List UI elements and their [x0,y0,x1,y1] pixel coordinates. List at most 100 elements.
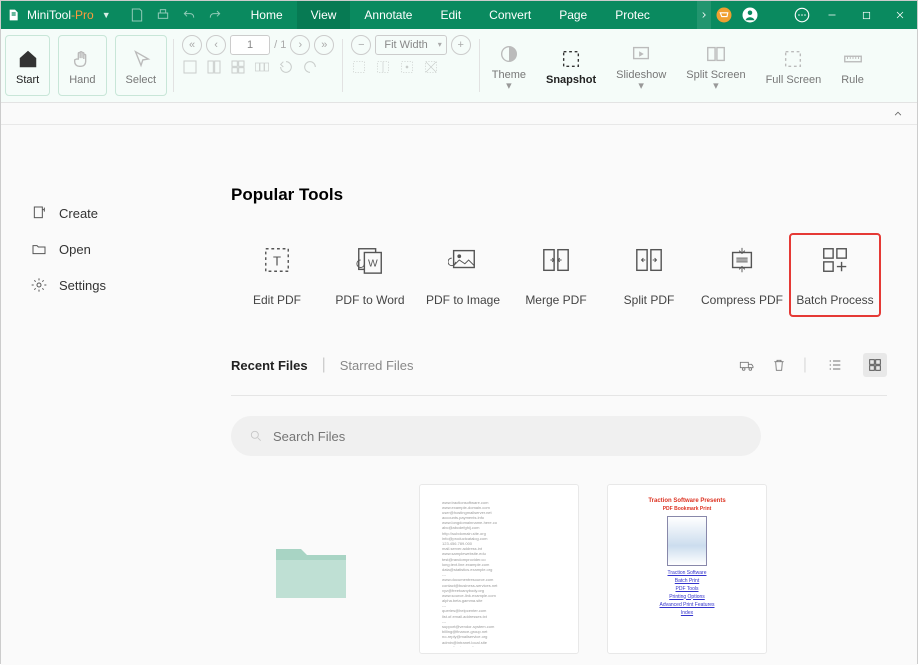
tool-edit-pdf[interactable]: T Edit PDF [231,245,323,307]
sidebar-item-create[interactable]: Create [31,195,201,231]
tool-split-pdf[interactable]: Split PDF [603,245,695,307]
menu-edit[interactable]: Edit [426,1,475,29]
rotate-cw-icon[interactable] [302,59,318,75]
tool-image-label: PDF to Image [426,293,500,307]
cart-icon[interactable] [715,6,733,24]
ribbon-splitscreen[interactable]: Split Screen ▾ [676,29,755,102]
last-page-button[interactable]: » [314,35,334,55]
ribbon-rule-label: Rule [841,74,864,86]
batch-icon [820,245,850,275]
prev-page-button[interactable]: ‹ [206,35,226,55]
tool-split-label: Split PDF [624,293,675,307]
folder-icon [31,241,47,257]
truck-icon[interactable] [739,357,755,373]
app-brand: MiniTool-Pro [27,8,94,22]
ribbon-theme[interactable]: Theme ▾ [482,29,536,102]
sidebar-item-settings[interactable]: Settings [31,267,201,303]
ribbon-hand[interactable]: Hand [58,35,106,96]
brand-dropdown-icon[interactable]: ▼ [98,10,115,20]
layout2-icon[interactable] [206,59,222,75]
menu-convert[interactable]: Convert [475,1,545,29]
view3-icon[interactable] [399,59,415,75]
ribbon-start[interactable]: Start [5,35,50,96]
next-page-button[interactable]: › [290,35,310,55]
close-button[interactable] [883,1,917,29]
popular-tools-title: Popular Tools [231,185,887,205]
undo-icon[interactable] [181,7,197,23]
titlebar-right [697,1,917,29]
view1-icon[interactable] [351,59,367,75]
ribbon-select[interactable]: Select [115,35,168,96]
collapse-bar [1,103,917,125]
layout3-icon[interactable] [230,59,246,75]
tool-pdf-to-word[interactable]: W PDF to Word [324,245,416,307]
chat-icon[interactable] [793,6,811,24]
tool-word-label: PDF to Word [335,293,404,307]
search-box[interactable] [231,416,761,456]
tab-starred[interactable]: Starred Files [340,358,414,373]
search-icon [249,429,263,443]
layout4-icon[interactable] [254,59,270,75]
menu-protect[interactable]: Protec [601,1,664,29]
menu-home[interactable]: Home [237,1,297,29]
tool-pdf-to-image[interactable]: PDF to Image [417,245,509,307]
menu-view[interactable]: View [297,1,351,29]
rotate-ccw-icon[interactable] [278,59,294,75]
tool-compress-label: Compress PDF [701,293,783,307]
file-thumb-1[interactable]: www.tractionsoftware.comwww.example-doma… [419,484,579,654]
fit-select[interactable]: Fit Width [375,35,446,55]
grid-view-button[interactable] [863,353,887,377]
save-icon[interactable] [129,7,145,23]
menu-page[interactable]: Page [545,1,601,29]
merge-icon [541,245,571,275]
first-page-button[interactable]: « [182,35,202,55]
tool-compress-pdf[interactable]: Compress PDF [696,245,788,307]
sidebar-item-open[interactable]: Open [31,231,201,267]
maximize-button[interactable] [849,1,883,29]
main-menu: Home View Annotate Edit Convert Page Pro… [237,1,664,29]
list-icon [827,357,843,373]
home-icon [17,48,39,70]
doc2-title: Traction Software Presents [628,498,746,504]
tool-batch-process[interactable]: Batch Process [789,233,881,317]
view4-icon[interactable] [423,59,439,75]
file-thumb-folder[interactable] [231,484,391,654]
ribbon-rule[interactable]: Rule [831,29,874,102]
app-logo: MiniTool-Pro ▼ [1,7,121,23]
doc2-subtitle: PDF Bookmark Print [628,506,746,512]
sidebar-settings-label: Settings [59,278,106,293]
ribbon-nav-group: « ‹ / 1 › » [176,29,340,102]
popular-tools: T Edit PDF W PDF to Word PDF to Image Me… [231,245,887,307]
folder-large-icon [271,534,351,604]
menu-annotate[interactable]: Annotate [350,1,426,29]
account-icon[interactable] [741,6,759,24]
ribbon-fullscreen-label: Full Screen [766,74,822,86]
ruler-icon [842,48,864,70]
ribbon-start-label: Start [16,74,39,86]
view2-icon[interactable] [375,59,391,75]
layout1-icon[interactable] [182,59,198,75]
file-thumb-2[interactable]: Traction Software Presents PDF Bookmark … [607,484,767,654]
ribbon-slideshow[interactable]: Slideshow ▾ [606,29,676,102]
tool-merge-pdf[interactable]: Merge PDF [510,245,602,307]
minimize-button[interactable] [815,1,849,29]
overflow-arrow-icon[interactable] [697,1,711,29]
body: Create Open Settings Popular Tools T Edi… [1,125,917,665]
ribbon-fullscreen[interactable]: Full Screen [756,29,832,102]
chevron-up-icon[interactable] [891,107,905,121]
zoom-in-button[interactable]: + [451,35,471,55]
ribbon-snapshot[interactable]: Snapshot [536,29,606,102]
tab-recent[interactable]: Recent Files [231,358,308,373]
page-input[interactable] [230,35,270,55]
search-input[interactable] [273,429,743,444]
snapshot-icon [560,48,582,70]
trash-icon[interactable] [771,357,787,373]
tool-edit-label: Edit PDF [253,293,301,307]
doc-preview-1: www.tractionsoftware.comwww.example-doma… [434,492,564,647]
redo-icon[interactable] [207,7,223,23]
print-icon[interactable] [155,7,171,23]
zoom-out-button[interactable]: − [351,35,371,55]
svg-text:T: T [273,254,281,269]
cursor-icon [130,48,152,70]
list-view-button[interactable] [823,353,847,377]
